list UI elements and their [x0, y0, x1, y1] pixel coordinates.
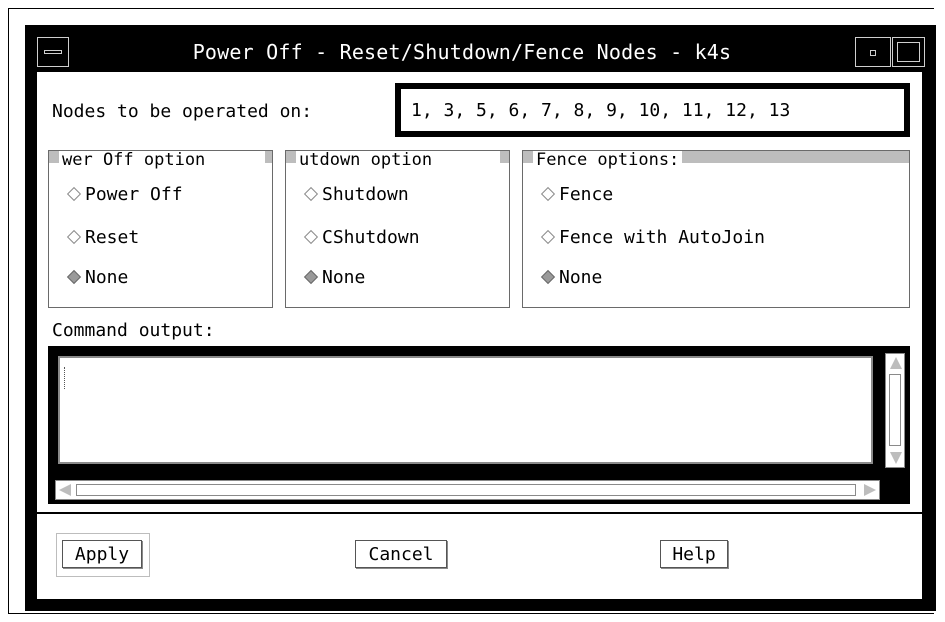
help-button[interactable]: Help — [660, 540, 728, 568]
vertical-scroll-thumb[interactable] — [889, 374, 901, 446]
nodes-input[interactable] — [405, 95, 906, 125]
radio-diamond-icon — [66, 229, 82, 245]
window-menu-icon[interactable] — [37, 37, 69, 67]
vertical-scrollbar[interactable] — [885, 353, 905, 468]
scroll-right-arrow-icon[interactable] — [864, 484, 876, 496]
shutdown-group-title: utdown option — [296, 151, 500, 169]
radio-diamond-selected-icon — [303, 269, 319, 285]
text-cursor — [64, 367, 68, 389]
radio-shutdown[interactable]: Shutdown — [302, 184, 409, 206]
radio-cshutdown[interactable]: CShutdown — [302, 227, 420, 249]
radio-shutdown-none[interactable]: None — [302, 267, 365, 289]
radio-fence-autojoin[interactable]: Fence with AutoJoin — [539, 227, 765, 249]
power-off-group-title: wer Off option — [59, 151, 265, 169]
window-title: Power Off - Reset/Shutdown/Fence Nodes -… — [192, 40, 732, 64]
scroll-down-arrow-icon[interactable] — [890, 452, 902, 464]
radio-fence-none[interactable]: None — [539, 267, 602, 289]
button-separator — [37, 512, 922, 514]
horizontal-scroll-thumb[interactable] — [76, 484, 856, 496]
radio-diamond-selected-icon — [66, 269, 82, 285]
nodes-label: Nodes to be operated on: — [52, 101, 313, 122]
radio-diamond-icon — [540, 229, 556, 245]
radio-fence[interactable]: Fence — [539, 184, 613, 206]
horizontal-scrollbar[interactable] — [55, 480, 880, 500]
command-output-label: Command output: — [52, 320, 215, 341]
radio-power-off[interactable]: Power Off — [65, 184, 183, 206]
command-output-text[interactable] — [58, 356, 873, 464]
radio-diamond-selected-icon — [540, 269, 556, 285]
minimize-icon[interactable] — [855, 37, 891, 67]
radio-reset[interactable]: Reset — [65, 227, 139, 249]
scroll-up-arrow-icon[interactable] — [890, 357, 902, 369]
maximize-icon[interactable] — [892, 37, 925, 67]
apply-button[interactable]: Apply — [62, 540, 142, 568]
radio-diamond-icon — [303, 229, 319, 245]
radio-power-none[interactable]: None — [65, 267, 128, 289]
scroll-left-arrow-icon[interactable] — [59, 484, 71, 496]
cancel-button[interactable]: Cancel — [355, 540, 447, 568]
radio-diamond-icon — [303, 186, 319, 202]
radio-diamond-icon — [540, 186, 556, 202]
fence-group-title: Fence options: — [533, 151, 683, 169]
nodes-field-frame — [395, 83, 910, 137]
radio-diamond-icon — [66, 186, 82, 202]
